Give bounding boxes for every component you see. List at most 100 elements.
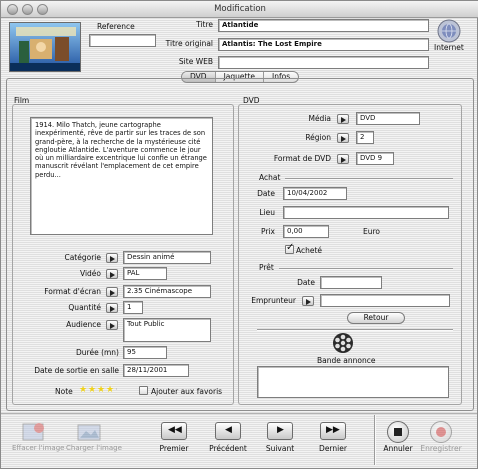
delete-image-icon — [22, 423, 44, 441]
achat-date-label: Date — [257, 189, 275, 198]
effacer-image-label: Effacer l'image — [12, 444, 65, 452]
retour-button[interactable]: Retour — [347, 312, 405, 324]
premier-label: Premier — [159, 444, 189, 453]
title-bar: Modification — [1, 1, 478, 18]
annuler-label: Annuler — [383, 444, 413, 453]
format-ecran-popup-button[interactable] — [106, 287, 118, 297]
synopsis-textarea[interactable]: 1914. Milo Thatch, jeune cartographe ine… — [30, 117, 213, 235]
reference-input[interactable] — [89, 34, 156, 47]
site-web-label: Site WEB — [178, 57, 213, 66]
favoris-label: Ajouter aux favoris — [151, 387, 223, 396]
media-popup-button[interactable] — [337, 114, 349, 124]
bande-annonce-field[interactable] — [257, 366, 449, 398]
zoom-window-icon[interactable] — [37, 4, 48, 15]
cover-art-icon — [10, 23, 80, 71]
format-dvd-label: Format de DVD — [273, 154, 331, 163]
film-reel-icon — [333, 333, 353, 353]
emprunteur-label: Emprunteur — [251, 296, 296, 305]
achete-checkbox[interactable]: ✓ — [285, 242, 295, 254]
bande-annonce-label: Bande annonce — [317, 356, 376, 365]
pret-separator — [279, 268, 453, 269]
internet-label: Internet — [434, 43, 464, 52]
close-window-icon[interactable] — [7, 4, 18, 15]
globe-icon — [437, 19, 461, 43]
star-icon[interactable]: ★ — [106, 385, 114, 395]
quantite-label: Quantité — [68, 303, 101, 312]
emprunteur-popup-button[interactable] — [302, 296, 314, 306]
format-ecran-input[interactable]: 2.35 Cinémascope — [123, 285, 211, 298]
quantite-input[interactable]: 1 — [123, 301, 143, 314]
dernier-button[interactable]: ▶▶ — [320, 422, 346, 440]
internet-button[interactable] — [437, 19, 461, 43]
achat-section-label: Achat — [259, 173, 281, 182]
precedent-button[interactable]: ◀ — [215, 422, 241, 440]
cover-image[interactable] — [9, 22, 81, 72]
pret-date-label: Date — [297, 278, 315, 287]
video-popup-button[interactable] — [106, 269, 118, 279]
rating-stars[interactable]: ★ ★ ★ ★ · — [79, 385, 131, 396]
region-input[interactable]: 2 — [356, 131, 374, 144]
lieu-label: Lieu — [259, 208, 275, 217]
titre-input[interactable]: Atlantide — [218, 19, 429, 32]
stop-icon — [394, 428, 402, 436]
dernier-label: Dernier — [319, 444, 347, 453]
suivant-label: Suivant — [265, 444, 295, 453]
achat-separator — [285, 178, 453, 179]
media-label: Média — [308, 114, 331, 123]
bande-annonce-button[interactable] — [332, 332, 354, 354]
date-sortie-label: Date de sortie en salle — [34, 366, 119, 375]
checkmark-icon: ✓ — [286, 242, 295, 253]
fast-forward-icon: ▶▶ — [326, 425, 340, 435]
premier-button[interactable]: ◀◀ — [161, 422, 187, 440]
prix-input[interactable]: 0,00 — [283, 225, 329, 238]
currency-label: Euro — [363, 227, 380, 236]
favoris-checkbox[interactable] — [139, 386, 148, 395]
achat-date-input[interactable]: 10/04/2002 — [283, 187, 347, 200]
enregistrer-label: Enregistrer — [420, 444, 462, 453]
video-label: Vidéo — [79, 269, 101, 278]
format-dvd-input[interactable]: DVD 9 — [356, 152, 394, 165]
star-icon[interactable]: ★ — [88, 385, 96, 395]
video-input[interactable]: PAL — [123, 267, 167, 280]
annuler-button[interactable] — [387, 421, 409, 443]
suivant-button[interactable]: ▶ — [267, 422, 293, 440]
duree-label: Durée (mn) — [76, 348, 119, 357]
reference-label: Reference — [97, 22, 135, 31]
enregistrer-button[interactable] — [430, 421, 452, 443]
window-title: Modification — [214, 4, 266, 14]
emprunteur-input[interactable] — [320, 294, 450, 307]
audience-input[interactable]: Tout Public — [123, 318, 211, 342]
star-icon[interactable]: ★ — [79, 385, 87, 395]
pret-date-input[interactable] — [320, 276, 382, 289]
star-icon[interactable]: ★ — [97, 385, 105, 395]
modification-window: Modification Reference Titre Atlantide T… — [0, 0, 478, 469]
bande-annonce-separator — [257, 329, 453, 330]
titre-original-label: Titre original — [165, 39, 213, 48]
titre-original-input[interactable]: Atlantis: The Lost Empire — [218, 38, 429, 51]
prix-label: Prix — [261, 227, 275, 236]
categorie-label: Catégorie — [64, 253, 101, 262]
toolbar-separator — [374, 415, 375, 465]
categorie-popup-button[interactable] — [106, 253, 118, 263]
pret-section-label: Prêt — [259, 263, 274, 272]
audience-label: Audience — [66, 320, 101, 329]
achete-label: Acheté — [296, 246, 323, 255]
charger-image-button[interactable] — [74, 421, 104, 443]
effacer-image-button[interactable] — [19, 421, 49, 443]
duree-input[interactable]: 95 — [123, 346, 167, 359]
categorie-input[interactable]: Dessin animé — [123, 251, 211, 264]
audience-popup-button[interactable] — [106, 320, 118, 330]
date-sortie-input[interactable]: 28/11/2001 — [123, 364, 189, 377]
rewind-icon: ◀◀ — [168, 425, 182, 435]
minimize-window-icon[interactable] — [22, 4, 33, 15]
format-ecran-label: Format d'écran — [44, 287, 101, 296]
quantite-popup-button[interactable] — [106, 303, 118, 313]
media-input[interactable]: DVD — [356, 112, 420, 125]
star-icon[interactable]: · — [115, 385, 118, 395]
record-icon — [436, 427, 446, 437]
format-dvd-popup-button[interactable] — [337, 154, 349, 164]
lieu-input[interactable] — [283, 206, 449, 219]
region-label: Région — [305, 133, 331, 142]
region-popup-button[interactable] — [337, 133, 349, 143]
site-web-input[interactable] — [218, 56, 429, 69]
